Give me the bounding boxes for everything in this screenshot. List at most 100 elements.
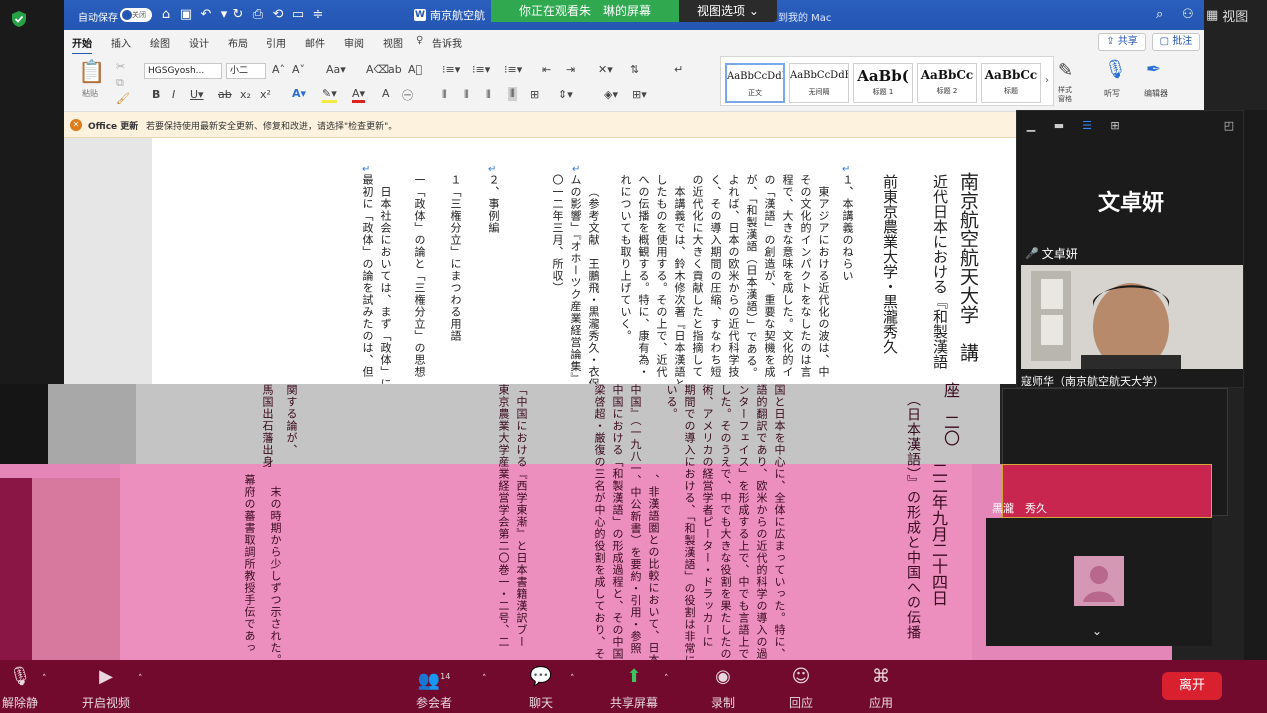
styles-pane-icon[interactable]: ✎ [1058,60,1073,81]
grow-font-icon[interactable]: A˄ [272,63,285,76]
change-case-icon[interactable]: Aa▾ [326,63,346,76]
tab-references[interactable]: 引用 [266,35,286,50]
customize-icon[interactable]: ≑ [310,7,326,23]
tab-draw[interactable]: 绘图 [150,35,170,50]
align-bottom-icon[interactable]: ⦀ [486,88,491,102]
close-x-icon[interactable]: ✕ [70,119,82,131]
speaker-video[interactable] [1021,265,1243,369]
phonetic-guide-icon[interactable]: ab [388,63,402,76]
open-icon[interactable]: ⟲ [270,7,286,23]
copy-icon[interactable]: ⧉ [116,76,124,90]
redo-icon[interactable]: ↻ [230,7,246,23]
collapse-panel-icon[interactable]: ◰ [1221,119,1237,133]
format-painter-icon[interactable]: 🖌 [116,92,130,105]
share-button[interactable]: ⇪ 共享 [1098,33,1146,51]
record-button[interactable]: ◉ 录制 [708,666,738,711]
enclose-char-icon[interactable]: ㊀ [402,87,413,103]
distribute-icon[interactable]: ⊞ [530,88,539,101]
highlight-icon[interactable]: ✎▾ [322,87,337,103]
char-shading-icon[interactable]: A [382,87,390,100]
filmstrip-icon[interactable]: ☰ [1079,119,1095,133]
chevron-up-icon[interactable]: ˄ [482,674,487,684]
gallery-icon[interactable]: ⊞ [1107,119,1123,133]
style-title[interactable]: AaBbCc 标题 [981,63,1041,103]
tab-review[interactable]: 审阅 [344,35,364,50]
tab-design[interactable]: 设计 [189,35,209,50]
undo-icon[interactable]: ↶ [198,7,214,23]
style-normal[interactable]: AaBbCcDdE 正文 [725,63,785,103]
chat-button[interactable]: 💬 聊天 [526,666,556,711]
tab-view[interactable]: 视图 [383,35,403,50]
minimize-icon[interactable]: ▁ [1023,119,1039,133]
style-no-spacing[interactable]: AaBbCcDdE 无间隔 [789,63,849,103]
document-page[interactable]: 南京航空航天大学 講 近代日本における『和製漢語 前東京農業大学・黒瀧秀久 １、… [152,138,1032,384]
chevron-up-icon[interactable]: ˄ [138,674,143,684]
leave-button[interactable]: 离开 [1162,672,1222,700]
tab-home[interactable]: 开始 [72,35,92,55]
autosave-toggle[interactable]: 关闭 [120,8,152,22]
print-icon[interactable]: ⎙ [250,7,266,23]
dictate-icon[interactable]: 🎙 [1104,59,1127,80]
cut-icon[interactable]: ✂ [116,60,125,73]
asian-layout-icon[interactable]: ✕▾ [598,63,613,76]
search-icon[interactable]: ⌕ [1156,7,1163,22]
superscript-icon[interactable]: x² [260,88,271,101]
underline-icon[interactable]: U▾ [190,88,204,101]
align-top-icon[interactable]: ⦀ [442,88,447,102]
chevron-up-icon[interactable]: ˄ [570,674,575,684]
bullets-icon[interactable]: ⁝≡▾ [442,63,460,76]
numbering-icon[interactable]: ⁝≡▾ [472,63,490,76]
share-screen-button[interactable]: ⬆ 共享屏幕 [608,666,660,711]
font-name-select[interactable]: HGSGyosh... [144,63,222,79]
tell-me[interactable]: 告诉我 [432,35,462,50]
chevron-up-icon[interactable]: ˄ [42,674,47,684]
editor-icon[interactable]: ✒ [1146,59,1161,80]
view-options-button[interactable]: 视图选项 ⌄ [679,0,777,22]
save-location[interactable]: 到我的 Mac [778,9,831,24]
speaker-view-icon[interactable]: ▬ [1051,119,1067,133]
italic-icon[interactable]: I [172,88,175,101]
font-size-select[interactable]: 小二 [226,63,266,79]
view-button[interactable]: ▦ 视图 [1206,6,1248,25]
comment-button[interactable]: ▢ 批注 [1152,33,1200,51]
shrink-font-icon[interactable]: A˅ [292,63,305,76]
chevron-down-icon[interactable]: ⌄ [1092,624,1102,638]
home-icon[interactable]: ⌂ [158,7,174,23]
style-heading2[interactable]: AaBbCc 标题 2 [917,63,977,103]
unmute-button[interactable]: 🎙 解除静音 [0,666,40,713]
shield-icon[interactable] [10,10,28,28]
start-video-button[interactable]: ▶ 开启视频 [80,666,132,711]
show-marks-icon[interactable]: ↵ [674,63,683,76]
tab-insert[interactable]: 插入 [111,35,131,50]
save-icon[interactable]: ▣ [178,7,194,23]
reactions-button[interactable]: ☺ 回应 [786,666,816,711]
decrease-indent-icon[interactable]: ⇤ [542,63,551,76]
apps-button[interactable]: ⌘ 应用 [866,666,896,711]
char-border-icon[interactable]: A⃞ [408,63,422,76]
share-person-icon[interactable]: ⚇ [1182,7,1194,22]
participants-button[interactable]: 👥14 参会者 [412,666,456,711]
shading-icon[interactable]: ◈▾ [604,88,618,101]
chevron-up-icon[interactable]: ˄ [664,674,669,684]
justify-icon[interactable]: ⦀ [508,87,517,101]
strikethrough-icon[interactable]: ab [218,88,232,101]
increase-indent-icon[interactable]: ⇥ [566,63,575,76]
clear-format-icon[interactable]: A⌫ [366,63,389,76]
borders-icon[interactable]: ⊞▾ [632,88,647,101]
align-center-icon[interactable]: ⦀ [464,88,469,102]
lower-body-line: いる。 [665,384,678,420]
new-doc-icon[interactable]: ▭ [290,7,306,23]
paste-icon[interactable]: 📋 [78,60,105,85]
subscript-icon[interactable]: x₂ [240,88,251,101]
font-color-icon[interactable]: A▾ [352,87,366,103]
sort-icon[interactable]: ⇅ [630,63,639,76]
bold-icon[interactable]: B [152,88,160,101]
text-effects-icon[interactable]: A▾ [292,87,306,100]
style-heading1[interactable]: AaBb( 标题 1 [853,63,913,103]
style-gallery-more-icon[interactable]: › [1045,75,1049,86]
tab-layout[interactable]: 布局 [228,35,248,50]
tab-mailings[interactable]: 邮件 [305,35,325,50]
speaker-tag: 🎤 文卓妍 [1025,247,1078,261]
line-spacing-icon[interactable]: ⇕▾ [558,88,573,101]
multilevel-list-icon[interactable]: ⁝≡▾ [504,63,522,76]
